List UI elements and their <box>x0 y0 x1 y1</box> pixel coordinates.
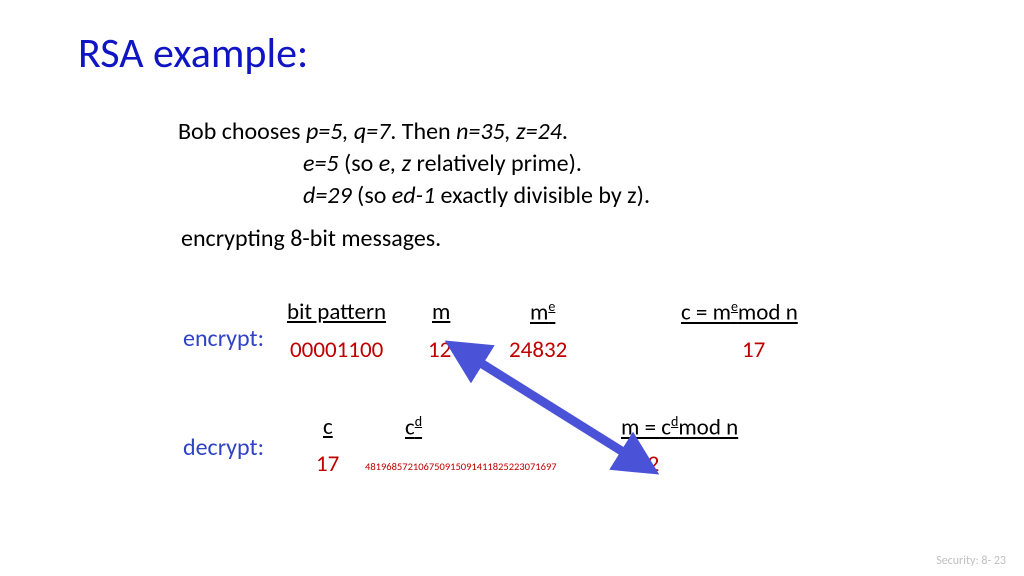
slide-title: RSA example: <box>78 28 308 79</box>
val-c-decrypt: 17 <box>316 450 339 478</box>
header-m: m <box>432 298 450 326</box>
header-cd: cd <box>405 413 422 442</box>
encrypt-label: encrypt: <box>183 323 264 355</box>
intro-line-2: e=5 (so e, z relatively prime). <box>303 148 582 180</box>
intro-line-1: Bob chooses p=5, q=7. Then n=35, z=24. <box>178 116 568 148</box>
header-c: c <box>323 413 333 441</box>
val-bit-pattern: 00001100 <box>290 336 383 364</box>
intro-line-4: encrypting 8-bit messages. <box>181 223 441 255</box>
slide-footer: Security: 8- 23 <box>936 554 1006 568</box>
header-decrypt-formula: m = cdmod n <box>621 413 738 442</box>
header-bit-pattern: bit pattern <box>287 298 386 326</box>
val-m-decrypt: 12 <box>636 450 659 478</box>
val-m-encrypt: 12 <box>428 336 451 364</box>
decrypt-label: decrypt: <box>183 432 264 464</box>
intro-line-3: d=29 (so ed-1 exactly divisible by z). <box>303 180 650 212</box>
arrow-graphic <box>0 0 1024 576</box>
val-c-encrypt: 17 <box>742 336 765 364</box>
header-me: me <box>530 298 555 327</box>
header-encrypt-formula: c = memod n <box>681 298 798 327</box>
val-me: 24832 <box>509 336 567 364</box>
val-cd: 481968572106750915091411825223071697 <box>365 460 557 473</box>
